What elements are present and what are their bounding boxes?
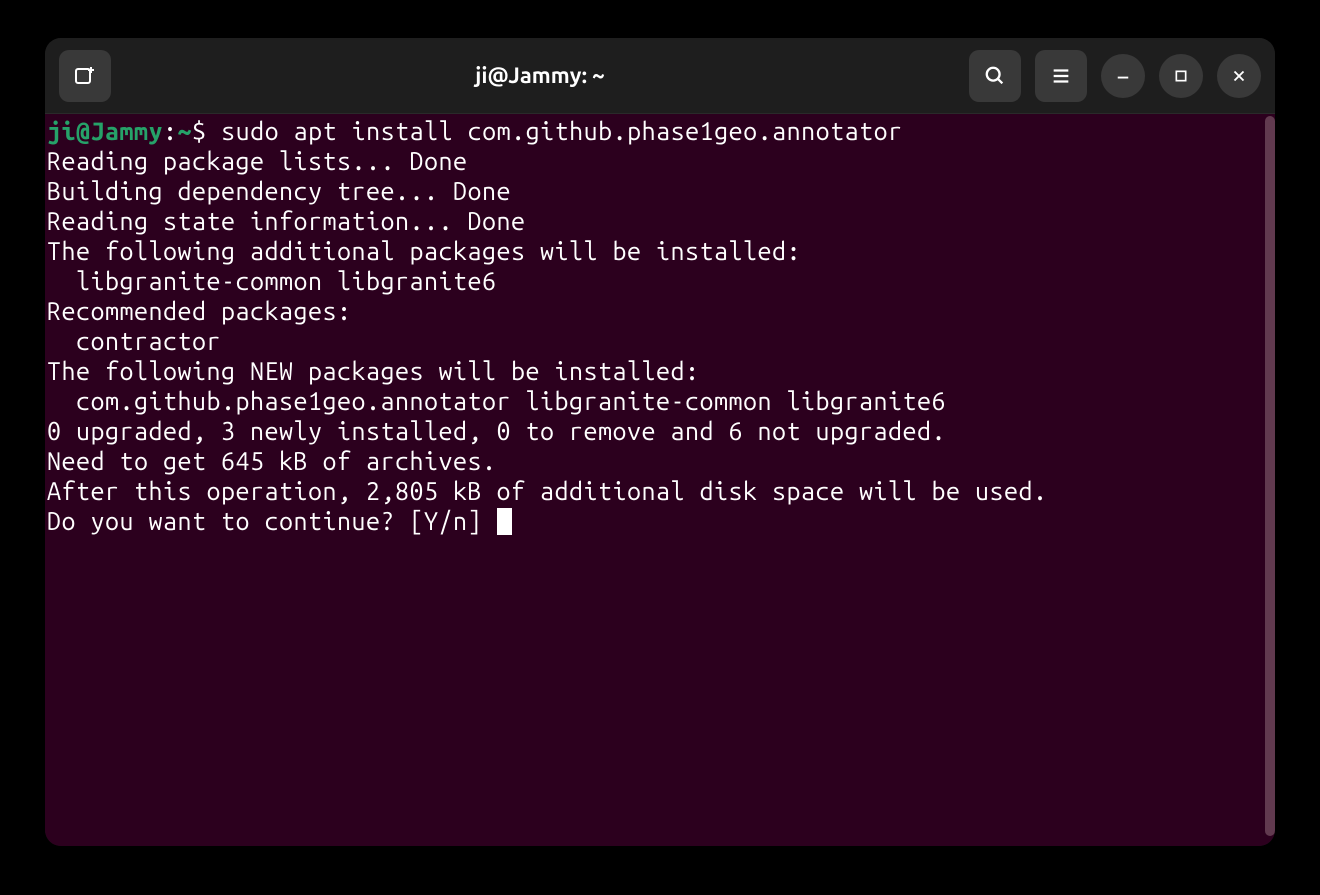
output-line: Reading state information... Done: [47, 207, 526, 235]
terminal-body[interactable]: ji@Jammy:~$ sudo apt install com.github.…: [45, 114, 1275, 846]
prompt-line: ji@Jammy:~$ sudo apt install com.github.…: [47, 117, 903, 145]
search-button[interactable]: [969, 50, 1021, 102]
window-title: ji@Jammy: ~: [119, 63, 961, 88]
search-icon: [984, 65, 1006, 87]
output-line: 0 upgraded, 3 newly installed, 0 to remo…: [47, 417, 946, 445]
prompt-colon: :: [163, 117, 178, 145]
new-tab-icon: [73, 64, 97, 88]
titlebar: ji@Jammy: ~: [45, 38, 1275, 114]
close-icon: [1230, 67, 1248, 85]
prompt-path: ~: [178, 117, 193, 145]
new-tab-button[interactable]: [59, 50, 111, 102]
output-line: contractor: [47, 327, 221, 355]
titlebar-controls: [969, 50, 1261, 102]
output-line: Building dependency tree... Done: [47, 177, 511, 205]
output-line: After this operation, 2,805 kB of additi…: [47, 477, 1048, 505]
output-line: Need to get 645 kB of archives.: [47, 447, 497, 475]
output-line: Reading package lists... Done: [47, 147, 468, 175]
maximize-icon: [1173, 68, 1189, 84]
output-line: The following NEW packages will be insta…: [47, 357, 700, 385]
close-button[interactable]: [1217, 54, 1261, 98]
cursor: [497, 508, 512, 535]
minimize-icon: [1114, 67, 1132, 85]
prompt-dollar: $: [192, 117, 221, 145]
output-line: com.github.phase1geo.annotator libgranit…: [47, 387, 946, 415]
scrollbar[interactable]: [1265, 116, 1275, 836]
command-text: sudo apt install com.github.phase1geo.an…: [221, 117, 903, 145]
minimize-button[interactable]: [1101, 54, 1145, 98]
output-line: The following additional packages will b…: [47, 237, 801, 265]
prompt-user-host: ji@Jammy: [47, 117, 163, 145]
output-line: libgranite-common libgranite6: [47, 267, 497, 295]
hamburger-icon: [1050, 65, 1072, 87]
terminal-window: ji@Jammy: ~: [45, 38, 1275, 846]
output-line: Do you want to continue? [Y/n]: [47, 507, 497, 535]
menu-button[interactable]: [1035, 50, 1087, 102]
maximize-button[interactable]: [1159, 54, 1203, 98]
output-line: Recommended packages:: [47, 297, 352, 325]
